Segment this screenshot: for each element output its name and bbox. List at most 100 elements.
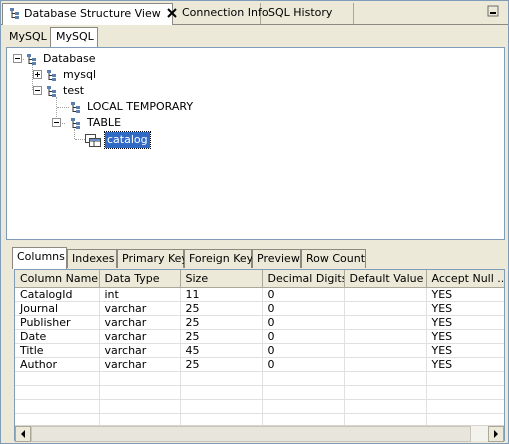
tab-indexes[interactable]: Indexes [67,249,117,268]
database-structure-icon [71,118,80,129]
tree-guide [75,139,85,140]
table-cell: varchar [99,357,181,372]
expand-icon[interactable] [33,70,42,79]
table-cell: 25 [180,329,263,344]
table-cell: 0 [262,357,345,372]
tab-connection-info[interactable]: Connection Info [176,3,269,24]
table-cell: YES [426,287,504,302]
tree-node-label: TABLE [87,116,122,129]
tree-node-local-temporary[interactable]: LOCAL TEMPORARY [70,99,230,115]
tab-label: Indexes [72,252,115,265]
tab-mysql-1[interactable]: MySQL [4,28,48,47]
collapse-icon[interactable] [13,54,22,63]
tab-label: SQL History [268,6,333,19]
table-header-row: Column Name Data Type Size Decimal Digit… [15,270,504,288]
table-row[interactable]: Author varchar 25 0 YES [15,357,504,372]
table-cell: 0 [262,329,345,344]
column-header[interactable]: Data Type [99,270,181,288]
tab-mysql-2[interactable]: MySQL [50,27,98,48]
horizontal-scrollbar[interactable] [15,425,504,442]
table-row-empty [15,371,504,386]
scroll-thumb[interactable] [31,426,471,442]
table-cell: 25 [180,315,263,330]
columns-table[interactable]: Column Name Data Type Size Decimal Digit… [14,269,505,441]
scroll-left-button[interactable] [15,426,31,442]
column-header[interactable]: Accept Null ... [426,270,504,288]
tab-label: Columns [17,250,65,263]
tree-node-label: LOCAL TEMPORARY [87,100,194,113]
table-row-empty [15,385,504,400]
table-cell: Journal [15,301,100,316]
database-structure-icon [10,8,19,19]
tree-node-mysql[interactable]: mysql [33,67,133,83]
table-row[interactable]: Title varchar 45 0 YES [15,343,504,358]
connection-tab-bar: MySQL MySQL [2,26,507,48]
table-cell [344,343,427,358]
splitter[interactable] [2,241,507,246]
table-row[interactable]: Date varchar 25 0 YES [15,329,504,344]
tab-row-count[interactable]: Row Count [301,249,366,268]
tree-node-label: test [63,84,85,97]
tree-node-label: Database [43,52,96,65]
table-row[interactable]: Publisher varchar 25 0 YES [15,315,504,330]
tab-sql-history[interactable]: SQL History [262,3,354,24]
view-tab-bar: Database Structure View Connection Info … [1,1,508,25]
table-cell [344,315,427,330]
table-cell [344,301,427,316]
minimize-icon[interactable] [487,5,499,17]
table-cell: varchar [99,329,181,344]
tab-primary-key[interactable]: Primary Key [117,249,188,268]
tab-database-structure-view[interactable]: Database Structure View [2,3,177,25]
table-cell: varchar [99,315,181,330]
table-cell: 0 [262,343,345,358]
table-row[interactable]: Journal varchar 25 0 YES [15,301,504,316]
table-icon [85,134,101,147]
tab-label: Primary Key [122,252,188,265]
table-cell: 45 [180,343,263,358]
tree-node-catalog[interactable]: catalog [85,131,165,149]
table-cell: YES [426,315,504,330]
tab-label: Preview [257,252,300,265]
tab-label: MySQL [56,30,94,43]
table-cell: int [99,287,181,302]
column-header[interactable]: Size [180,270,263,288]
tab-label: Database Structure View [24,7,161,20]
table-cell: YES [426,343,504,358]
column-header[interactable]: Decimal Digits [262,270,345,288]
database-structure-view: Database Structure View Connection Info … [0,0,509,444]
detail-tab-bar: Columns Indexes Primary Key Foreign Key … [6,247,505,269]
table-cell: 25 [180,301,263,316]
table-cell [344,357,427,372]
table-cell: Author [15,357,100,372]
table-cell: Publisher [15,315,100,330]
table-row-empty [15,399,504,414]
tab-label: Foreign Key [189,252,254,265]
table-cell: YES [426,357,504,372]
tab-columns[interactable]: Columns [12,247,67,269]
tab-foreign-key[interactable]: Foreign Key [184,249,254,268]
tree-node-test[interactable]: test [33,83,133,99]
tab-label: MySQL [9,30,47,43]
collapse-icon[interactable] [33,86,42,95]
database-structure-icon [47,86,56,97]
table-cell: 25 [180,357,263,372]
database-tree[interactable]: Database mysql test LOCAL TEMPORARY TABL… [6,47,505,240]
column-header[interactable]: Column Name [15,270,100,288]
collapse-icon[interactable] [52,118,61,127]
database-structure-icon [27,54,36,65]
tab-preview[interactable]: Preview [252,249,301,268]
arrow-left-icon [21,430,25,438]
table-cell: 0 [262,287,345,302]
tree-node-label: mysql [63,68,96,81]
table-row[interactable]: CatalogId int 11 0 YES [15,287,504,302]
tree-node-table[interactable]: TABLE [52,115,152,131]
table-cell: Title [15,343,100,358]
table-cell [344,287,427,302]
tree-node-database[interactable]: Database [13,51,133,67]
arrow-right-icon [494,430,498,438]
table-cell: Date [15,329,100,344]
table-cell: YES [426,329,504,344]
scroll-right-button[interactable] [488,426,504,442]
tab-label: Connection Info [182,6,269,19]
column-header[interactable]: Default Value [344,270,427,288]
